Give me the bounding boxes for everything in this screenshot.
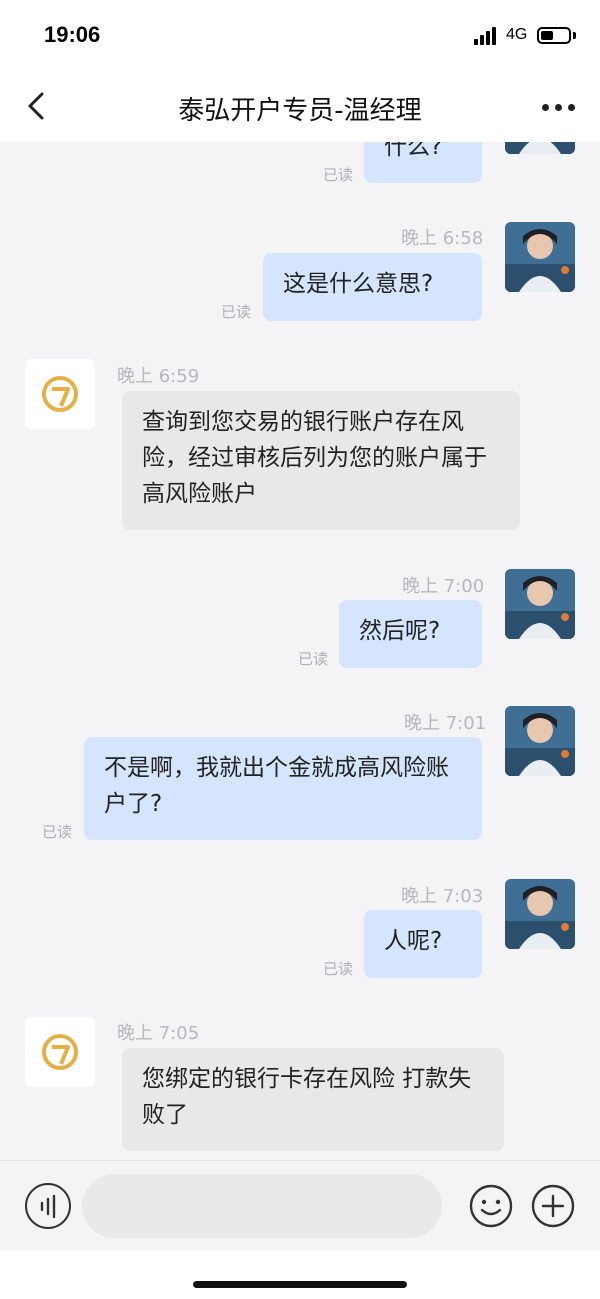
agent-avatar[interactable] (25, 359, 95, 429)
my-avatar[interactable] (505, 569, 575, 639)
home-area (0, 1250, 600, 1299)
emoji-icon (469, 1184, 513, 1228)
my-avatar[interactable] (505, 222, 575, 292)
message-bubble[interactable]: 然后呢? (339, 600, 482, 668)
read-status: 已读 (221, 303, 252, 321)
message-time: 晚上 7:01 (404, 713, 487, 734)
read-status: 已读 (42, 823, 73, 841)
message-bubble[interactable]: 不是啊，我就出个金就成高风险账户了? (84, 737, 482, 840)
battery-icon (537, 27, 571, 44)
message-bubble[interactable]: 您绑定的银行卡存在风险 打款失败了 (122, 1048, 504, 1151)
my-avatar[interactable] (505, 706, 575, 776)
my-avatar[interactable] (505, 142, 575, 154)
read-status: 已读 (323, 960, 354, 978)
chat-area[interactable]: 已读 什么? 晚上 6:58 这是什么意思? 已读 晚上 6:59 查询到您交易… (0, 142, 600, 1160)
page-title: 泰弘开户专员-温经理 (178, 96, 422, 126)
user-avatar-image (505, 222, 575, 292)
message-time: 晚上 6:59 (117, 366, 200, 387)
network-label: 4G (506, 26, 528, 43)
message-time: 晚上 7:00 (402, 576, 485, 597)
user-avatar-image (505, 706, 575, 776)
add-button[interactable] (530, 1183, 576, 1229)
read-status: 已读 (298, 650, 329, 668)
my-avatar[interactable] (505, 879, 575, 949)
voice-button[interactable] (25, 1183, 71, 1229)
message-bubble[interactable]: 什么? (364, 142, 482, 183)
plus-icon (531, 1184, 575, 1228)
user-avatar-image (505, 142, 575, 154)
status-bar: 19:06 4G (0, 0, 600, 72)
battery-tip (573, 32, 576, 39)
user-avatar-image (505, 569, 575, 639)
input-bar (0, 1160, 600, 1250)
home-indicator[interactable] (193, 1281, 407, 1288)
signal-icon (474, 27, 498, 45)
emoji-button[interactable] (468, 1183, 514, 1229)
agent-avatar[interactable] (25, 1017, 95, 1087)
read-status: 已读 (323, 166, 354, 184)
more-button[interactable] (536, 92, 580, 122)
message-time: 晚上 6:58 (401, 228, 484, 249)
message-time: 晚上 7:03 (401, 886, 484, 907)
company-logo-icon (42, 376, 78, 412)
message-bubble[interactable]: 这是什么意思? (263, 253, 482, 321)
status-time: 19:06 (44, 22, 101, 47)
message-bubble[interactable]: 查询到您交易的银行账户存在风险，经过审核后列为您的账户属于高风险账户 (122, 391, 520, 530)
nav-bar: 泰弘开户专员-温经理 (0, 72, 600, 142)
message-input[interactable] (82, 1174, 442, 1238)
message-bubble[interactable]: 人呢? (364, 910, 482, 978)
company-logo-icon (42, 1034, 78, 1070)
message-time: 晚上 7:05 (117, 1023, 200, 1044)
user-avatar-image (505, 879, 575, 949)
voice-icon (40, 1194, 56, 1219)
